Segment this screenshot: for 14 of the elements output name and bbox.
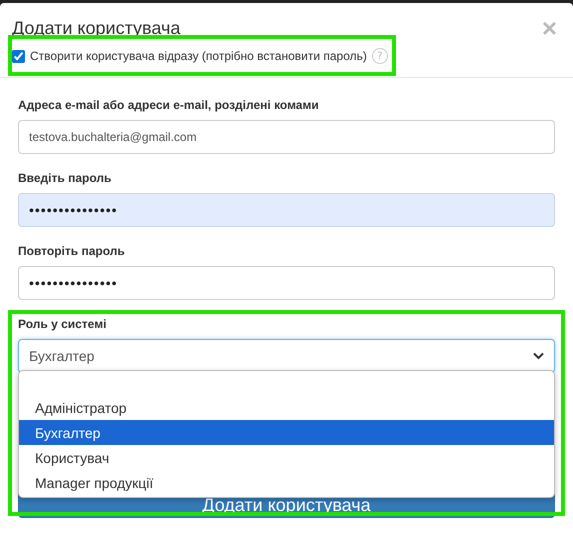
field-label: Роль у системі (18, 317, 108, 331)
email-field[interactable]: testova.buchalteria@gmail.com (18, 120, 555, 154)
role-option[interactable]: Користувач (19, 445, 554, 470)
caret-icon (533, 352, 544, 360)
role-option[interactable]: Адміністратор (19, 395, 554, 420)
field-label: Адреса e-mail або адреси e-mail, розділені комами (18, 98, 320, 112)
field-label: Повторіть пароль (18, 244, 126, 258)
role-option[interactable]: Manager продукції (19, 470, 554, 495)
field-label: Введіть пароль (18, 171, 112, 185)
create-now-checkbox[interactable] (12, 50, 25, 62)
password-field[interactable]: ••••••••••••••• (18, 266, 555, 300)
role-option[interactable]: Бухгалтер (19, 420, 554, 445)
password-field[interactable]: ••••••••••••••• (18, 193, 555, 227)
create-now-label: Створити користувача відразу (потрібно встановити пароль) (30, 49, 367, 63)
